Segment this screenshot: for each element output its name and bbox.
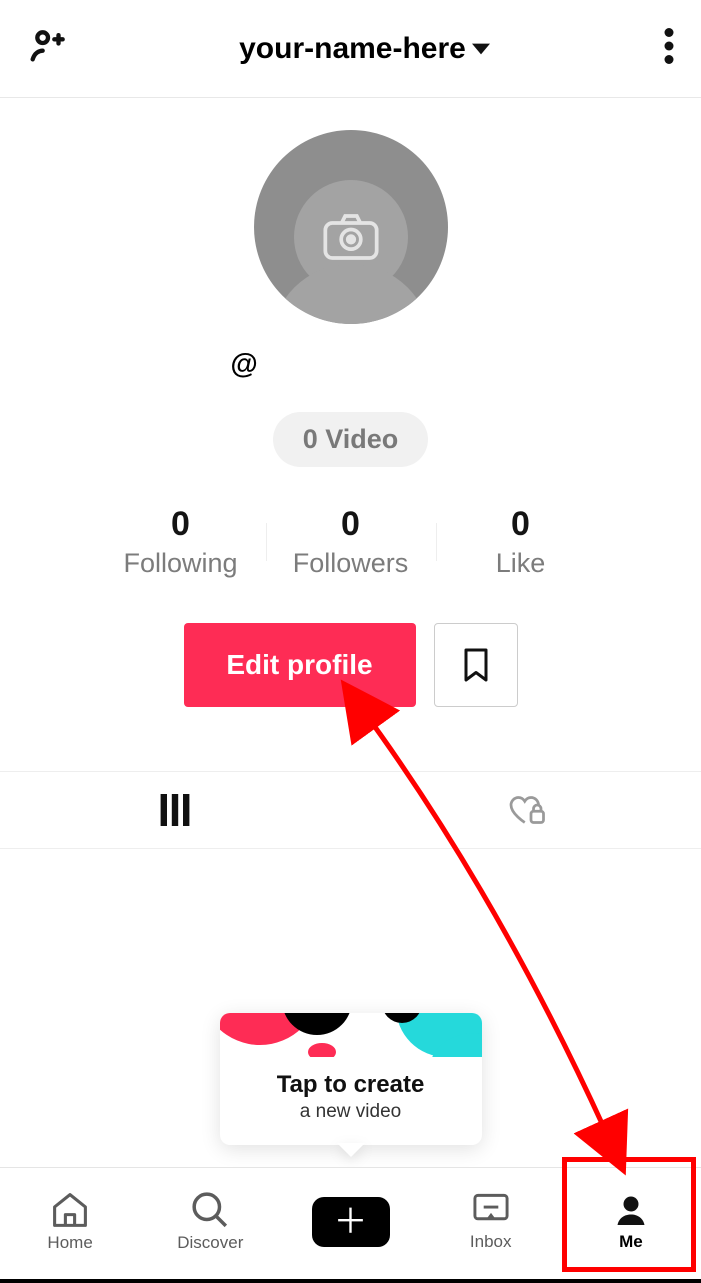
stats-row: 0 Following 0 Followers 0 Like bbox=[0, 505, 701, 579]
more-options-icon[interactable] bbox=[663, 28, 675, 69]
username-text: your-name-here bbox=[239, 32, 466, 66]
search-icon bbox=[191, 1191, 229, 1229]
stat-following[interactable]: 0 Following bbox=[96, 505, 266, 579]
nav-discover-label: Discover bbox=[177, 1233, 243, 1253]
splash-decoration bbox=[220, 1013, 482, 1057]
nav-home[interactable]: Home bbox=[0, 1168, 140, 1275]
bottom-nav: Home Discover ＋ Inbox Me bbox=[0, 1167, 701, 1275]
tab-liked-private[interactable] bbox=[351, 772, 701, 848]
plus-icon: ＋ bbox=[334, 1205, 368, 1239]
home-icon bbox=[50, 1191, 90, 1229]
stat-following-label: Following bbox=[96, 548, 266, 579]
create-prompt-title: Tap to create bbox=[230, 1071, 472, 1099]
profile-buttons: Edit profile bbox=[184, 623, 518, 707]
stat-followers[interactable]: 0 Followers bbox=[266, 505, 436, 579]
username-dropdown[interactable]: your-name-here bbox=[239, 32, 490, 66]
nav-home-label: Home bbox=[47, 1233, 92, 1253]
stat-followers-label: Followers bbox=[266, 548, 436, 579]
video-count-pill[interactable]: 0 Video bbox=[273, 412, 429, 467]
profile-header: your-name-here bbox=[0, 0, 701, 98]
person-icon bbox=[613, 1192, 649, 1228]
edit-profile-button[interactable]: Edit profile bbox=[184, 623, 416, 707]
bookmark-icon bbox=[461, 647, 491, 683]
stat-followers-count: 0 bbox=[266, 505, 436, 544]
profile-tabs bbox=[0, 771, 701, 849]
inbox-icon bbox=[472, 1192, 510, 1228]
nav-discover[interactable]: Discover bbox=[140, 1168, 280, 1275]
profile-section: @ 0 Video 0 Following 0 Followers 0 Like… bbox=[0, 98, 701, 1145]
username-handle: @ bbox=[0, 348, 701, 380]
create-button[interactable]: ＋ bbox=[312, 1197, 390, 1247]
stat-like-count: 0 bbox=[436, 505, 606, 544]
tab-grid[interactable] bbox=[0, 772, 351, 848]
camera-icon bbox=[323, 213, 379, 261]
heart-lock-icon bbox=[506, 793, 546, 827]
create-video-prompt[interactable]: Tap to create a new video bbox=[220, 1013, 482, 1145]
avatar[interactable] bbox=[254, 130, 448, 324]
nav-me[interactable]: Me bbox=[561, 1168, 701, 1275]
nav-me-label: Me bbox=[619, 1232, 643, 1252]
stat-like-label: Like bbox=[436, 548, 606, 579]
nav-inbox[interactable]: Inbox bbox=[421, 1168, 561, 1275]
stat-like[interactable]: 0 Like bbox=[436, 505, 606, 579]
grid-icon bbox=[159, 794, 191, 826]
nav-create[interactable]: ＋ bbox=[280, 1168, 420, 1275]
bookmark-button[interactable] bbox=[434, 623, 518, 707]
create-prompt-subtitle: a new video bbox=[230, 1101, 472, 1123]
nav-inbox-label: Inbox bbox=[470, 1232, 512, 1252]
add-friend-icon[interactable] bbox=[26, 26, 66, 71]
chevron-down-icon bbox=[472, 40, 490, 58]
stat-following-count: 0 bbox=[96, 505, 266, 544]
